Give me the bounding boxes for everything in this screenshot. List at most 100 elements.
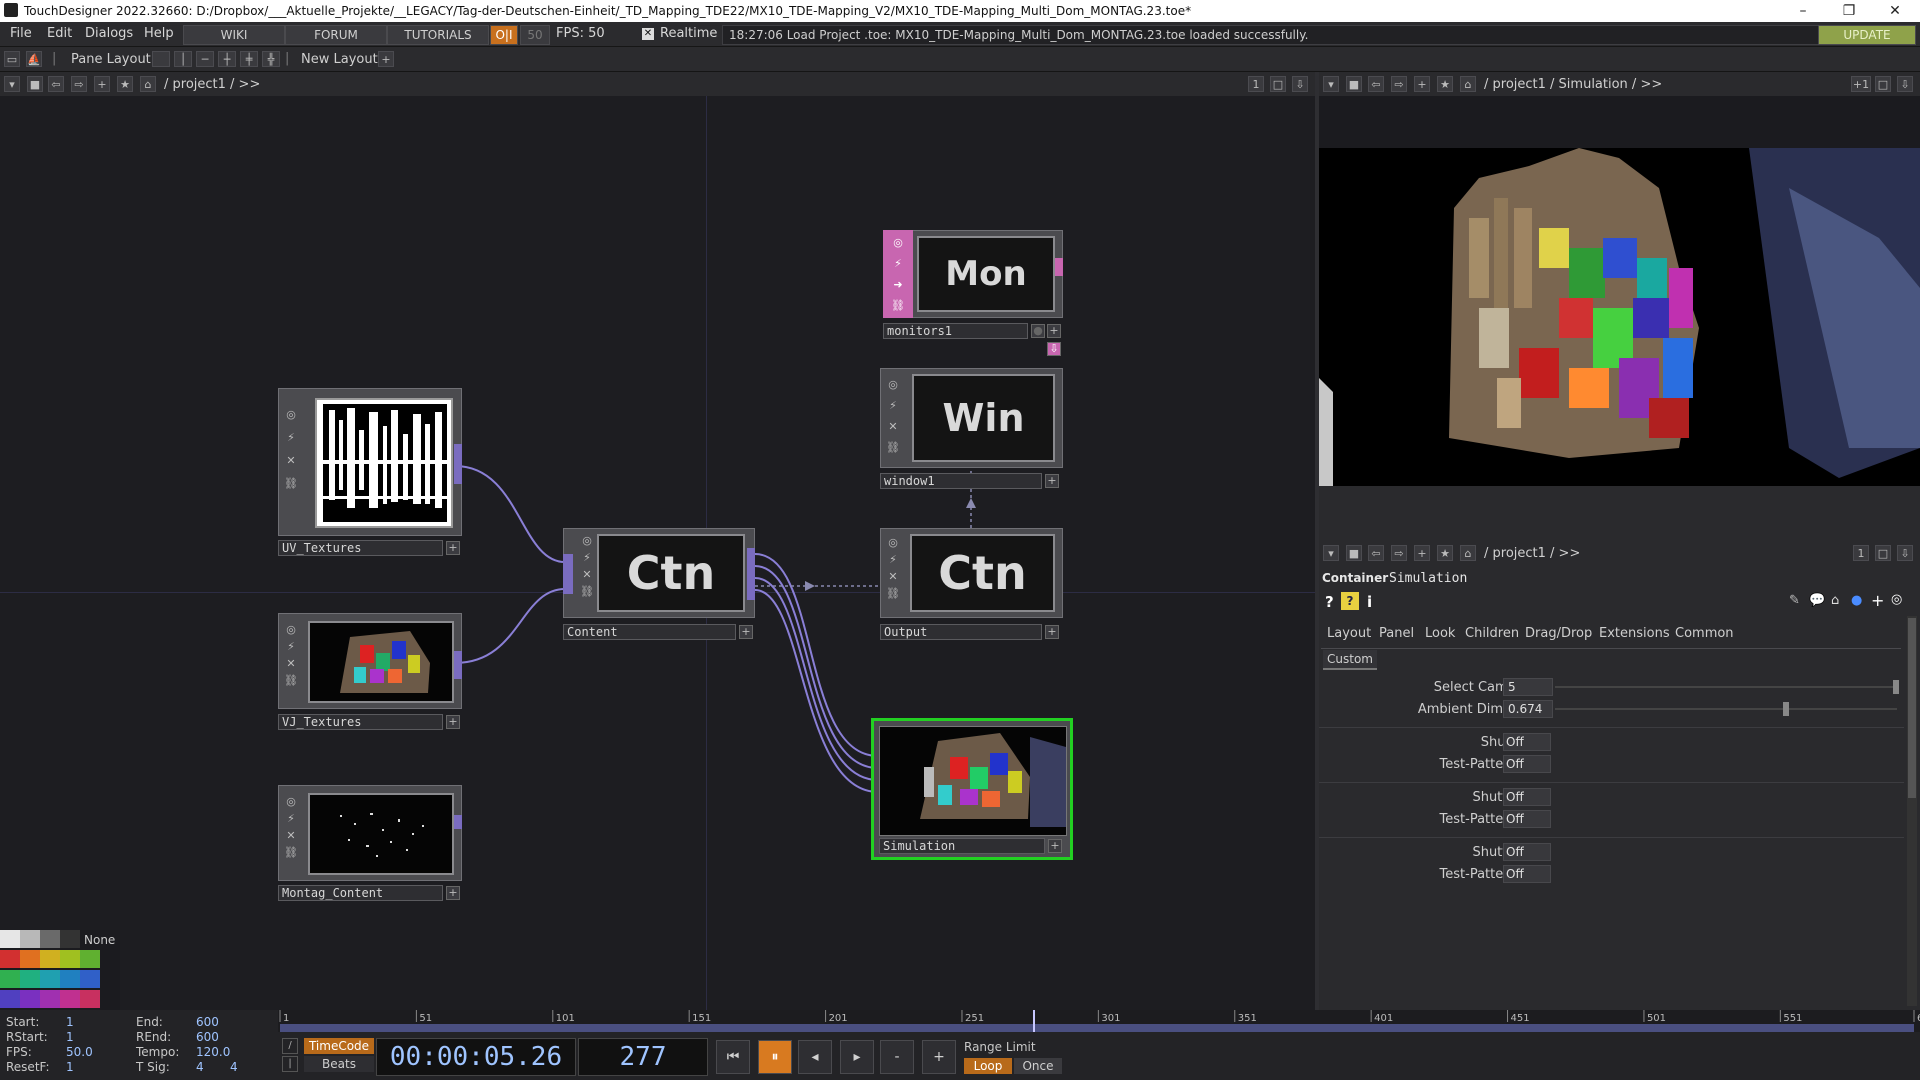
export-icon[interactable]: ⇩ [1897,76,1913,92]
back-icon[interactable]: ⇦ [48,76,64,92]
bypass-flag-icon[interactable]: ⚡ [886,399,900,413]
pane-icon-b[interactable]: ⛵ [26,51,42,67]
node-add-button[interactable]: + [446,541,460,555]
none-label[interactable]: None [84,933,115,947]
bypass-flag-icon[interactable]: ⚡ [284,431,298,445]
node-name[interactable]: UV_Textures [278,540,443,556]
timecode-display[interactable]: 00:00:05.26 [376,1038,576,1076]
test-pattern-3-toggle[interactable]: Off [1503,865,1551,883]
node-name[interactable]: Content [563,624,736,640]
pane-counter[interactable]: 1 [1853,545,1869,561]
tab-extensions[interactable]: Extensions [1599,626,1670,641]
add-param-icon[interactable]: + [1871,591,1884,610]
test-pattern-1-toggle[interactable]: Off [1503,755,1551,773]
simulation-viewer[interactable] [1319,148,1920,486]
test-pattern-2-toggle[interactable]: Off [1503,810,1551,828]
bookmark-icon[interactable]: ★ [1437,545,1453,561]
close-button[interactable]: ✕ [1872,0,1918,22]
frame-display[interactable]: 277 [578,1038,708,1076]
ambient-dimmer-field[interactable]: 0.674 [1503,700,1553,718]
pause-button[interactable]: ⏸ [758,1040,792,1074]
tag-icon[interactable]: ⌂ [1831,593,1839,608]
tempo-value[interactable]: 120.0 [196,1045,230,1059]
pane-menu-icon[interactable]: ▾ [4,76,20,92]
viewer-flag-icon[interactable]: ◎ [891,236,905,250]
node-add-button[interactable]: + [739,625,753,639]
comment-icon[interactable]: 💬 [1809,593,1825,608]
lock-flag-icon[interactable]: ✕ [284,657,298,671]
playhead[interactable] [1032,1010,1035,1032]
pane-counter[interactable]: 1 [1248,76,1264,92]
output-connector[interactable] [1055,258,1063,276]
tsig-denominator[interactable]: 4 [230,1060,238,1074]
clone-flag-icon[interactable]: ⛓ [886,587,900,601]
swatch[interactable] [40,970,60,988]
rstart-value[interactable]: 1 [66,1030,74,1044]
swatch[interactable] [80,950,100,968]
swatch[interactable] [20,930,40,948]
lock-flag-icon[interactable]: ✕ [284,829,298,843]
swatch[interactable] [60,970,80,988]
clone-flag-icon[interactable]: ⛓ [284,846,298,860]
node-add-button[interactable]: + [1045,625,1059,639]
node-add-button[interactable]: + [1047,324,1061,338]
swatch[interactable] [60,950,80,968]
node-name[interactable]: monitors1 [883,323,1028,339]
forward-icon[interactable]: ⇨ [1391,545,1407,561]
swatch[interactable] [80,990,100,1008]
timecode-toggle[interactable]: TimeCode [304,1038,374,1054]
swatch[interactable] [60,990,80,1008]
info-icon[interactable]: i [1367,593,1372,611]
maximize-pane-icon[interactable]: □ [1875,545,1891,561]
swatch[interactable] [80,970,100,988]
monitor-pin-icon[interactable]: ⇩ [1047,342,1061,356]
edit-icon[interactable]: ✎ [1789,593,1800,608]
tab-panel[interactable]: Panel [1379,626,1414,641]
clone-flag-icon[interactable]: ⛓ [284,674,298,688]
rewind-to-start-button[interactable]: ⏮ [716,1040,750,1074]
swatch[interactable] [20,990,40,1008]
speed-down-button[interactable]: - [880,1040,914,1074]
node-add-button[interactable]: + [446,715,460,729]
swatch[interactable] [20,950,40,968]
export-icon[interactable]: ⇩ [1292,76,1308,92]
select-camera-slider-handle[interactable] [1893,680,1899,694]
swatch[interactable] [0,950,20,968]
maximize-pane-icon[interactable]: □ [1270,76,1286,92]
node-name[interactable]: Simulation [879,838,1045,854]
bookmark-icon[interactable]: ★ [117,76,133,92]
tab-look[interactable]: Look [1425,626,1455,641]
timecode-mode-icon[interactable]: / [282,1038,298,1054]
layout-quad-icon[interactable]: ╬ [262,51,280,67]
bookmark-icon[interactable]: ★ [1437,76,1453,92]
output-connector[interactable] [747,548,755,600]
input-connector[interactable] [563,554,573,594]
once-button[interactable]: Once [1014,1058,1062,1074]
pane-menu-icon[interactable]: ▾ [1323,545,1339,561]
play-button[interactable]: ▸ [840,1040,874,1074]
bypass-flag-icon[interactable]: ⚡ [891,257,905,271]
op-name[interactable]: Simulation [1389,571,1467,586]
tutorials-button[interactable]: TUTORIALS [387,25,489,45]
swatch[interactable] [40,930,60,948]
layout-three-icon[interactable]: ┼ [218,51,236,67]
network-path[interactable]: / project1 / >> [164,77,260,92]
clone-flag-icon[interactable]: ⛓ [886,441,900,455]
speed-up-button[interactable]: + [922,1040,956,1074]
back-icon[interactable]: ⇦ [1368,76,1384,92]
forum-button[interactable]: FORUM [285,25,387,45]
step-back-button[interactable]: ◂ [798,1040,832,1074]
viewer-flag-icon[interactable]: ◎ [284,623,298,637]
tab-common[interactable]: Common [1675,626,1734,641]
output-connector[interactable] [454,651,462,679]
tab-drag-drop[interactable]: Drag/Drop [1525,626,1592,641]
bypass-flag-icon[interactable]: ⚡ [284,812,298,826]
network-editor[interactable]: ◎ ⚡ ✕ ⛓ UV_Textures + ◎ ⚡ ✕ ⛓ VJ_Texture… [0,96,1315,1010]
swatch[interactable] [0,930,20,948]
node-name[interactable]: Montag_Content [278,885,443,901]
minimize-button[interactable]: – [1780,0,1826,22]
resetf-value[interactable]: 1 [66,1060,74,1074]
tab-layout[interactable]: Layout [1327,626,1371,641]
add-layout-button[interactable]: + [378,51,394,67]
tab-children[interactable]: Children [1465,626,1519,641]
